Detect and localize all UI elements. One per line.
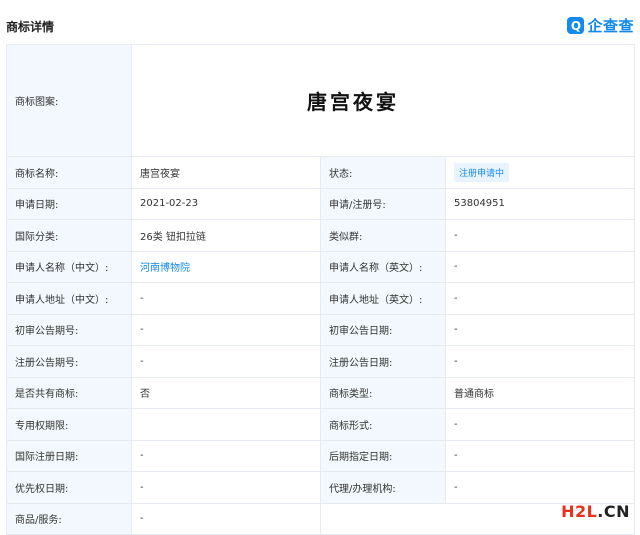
field-label: 申请人地址（英文）: xyxy=(320,282,446,315)
field-value xyxy=(131,408,321,441)
field-value: - xyxy=(444,282,636,315)
field-value: 普通商标 xyxy=(444,376,636,409)
applicant-cell: 河南博物院 xyxy=(131,250,321,283)
table-row: 国际分类: 26类 钮扣拉链 类似群: - xyxy=(6,219,636,252)
field-value: - xyxy=(131,345,321,378)
status-badge: 注册申请中 xyxy=(454,162,510,182)
trademark-image-label: 商标图案: xyxy=(6,44,132,157)
trademark-image: 唐宫夜宴 xyxy=(130,44,636,157)
field-label: 代理/办理机构: xyxy=(320,471,446,504)
field-label: 状态: xyxy=(320,156,446,189)
page-header: 商标详情 Q 企查查 xyxy=(0,0,640,44)
field-label: 是否共有商标: xyxy=(6,376,132,409)
status-cell: 注册申请中 xyxy=(444,156,636,189)
table-row: 注册公告期号: - 注册公告日期: - xyxy=(6,345,636,378)
field-label: 国际分类: xyxy=(6,219,132,252)
table-row: 申请人地址（中文）: - 申请人地址（英文）: - xyxy=(6,282,636,315)
field-label: 申请人名称（中文）: xyxy=(6,250,132,283)
field-label: 商标形式: xyxy=(320,408,446,441)
field-label: 申请日期: xyxy=(6,187,132,220)
field-label: 申请人地址（中文）: xyxy=(6,282,132,315)
brand-logo[interactable]: Q 企查查 xyxy=(567,15,634,36)
field-value: 2021-02-23 xyxy=(131,187,321,220)
field-label: 注册公告日期: xyxy=(320,345,446,378)
watermark-part-1: H2L xyxy=(561,502,598,521)
table-row: 商品/服务: - xyxy=(6,502,636,535)
field-label: 优先权日期: xyxy=(6,471,132,504)
table-row: 专用权期限: 商标形式: - xyxy=(6,408,636,441)
field-label: 专用权期限: xyxy=(6,408,132,441)
field-value: - xyxy=(131,282,321,315)
page-title: 商标详情 xyxy=(6,20,55,34)
field-label: 初审公告日期: xyxy=(320,313,446,346)
table-row: 初审公告期号: - 初审公告日期: - xyxy=(6,313,636,346)
field-value: 26类 钮扣拉链 xyxy=(131,219,321,252)
table-row: 是否共有商标: 否 商标类型: 普通商标 xyxy=(6,376,636,409)
field-value: - xyxy=(131,471,321,504)
field-label: 申请人名称（英文）: xyxy=(320,250,446,283)
field-value: - xyxy=(444,471,636,504)
field-value: - xyxy=(444,313,636,346)
field-value: - xyxy=(131,439,321,472)
field-value: - xyxy=(444,345,636,378)
table-row: 申请人名称（中文）: 河南博物院 申请人名称（英文）: - xyxy=(6,250,636,283)
field-value: 53804951 xyxy=(444,187,636,220)
table-row: 商标图案: 唐宫夜宴 xyxy=(6,44,636,157)
watermark: H2L.CN xyxy=(561,502,630,521)
field-label: 后期指定日期: xyxy=(320,439,446,472)
field-value: - xyxy=(444,219,636,252)
field-label: 类似群: xyxy=(320,219,446,252)
field-label: 国际注册日期: xyxy=(6,439,132,472)
table-row: 国际注册日期: - 后期指定日期: - xyxy=(6,439,636,472)
field-label: 初审公告期号: xyxy=(6,313,132,346)
table-row: 申请日期: 2021-02-23 申请/注册号: 53804951 xyxy=(6,187,636,220)
goods-services-value: - xyxy=(131,502,321,535)
field-label: 申请/注册号: xyxy=(320,187,446,220)
qichacha-logo-icon: Q xyxy=(567,17,585,34)
trademark-name-value: 唐宫夜宴 xyxy=(131,156,321,189)
field-label: 注册公告期号: xyxy=(6,345,132,378)
trademark-image-text: 唐宫夜宴 xyxy=(307,90,399,114)
field-value: - xyxy=(444,408,636,441)
brand-name: 企查查 xyxy=(587,17,634,35)
field-label: 商品/服务: xyxy=(6,502,132,535)
table-row: 商标名称: 唐宫夜宴 状态: 注册申请中 xyxy=(6,156,636,189)
watermark-part-2: .CN xyxy=(597,502,630,521)
field-value: - xyxy=(444,439,636,472)
field-label: 商标类型: xyxy=(320,376,446,409)
field-value: - xyxy=(131,313,321,346)
field-value: 否 xyxy=(131,376,321,409)
field-value: - xyxy=(444,250,636,283)
field-label: 商标名称: xyxy=(6,156,132,189)
trademark-detail-table: 商标图案: 唐宫夜宴 商标名称: 唐宫夜宴 状态: 注册申请中 申请日期: 20… xyxy=(6,44,636,535)
applicant-link[interactable]: 河南博物院 xyxy=(140,263,190,274)
table-row: 优先权日期: - 代理/办理机构: - xyxy=(6,471,636,504)
